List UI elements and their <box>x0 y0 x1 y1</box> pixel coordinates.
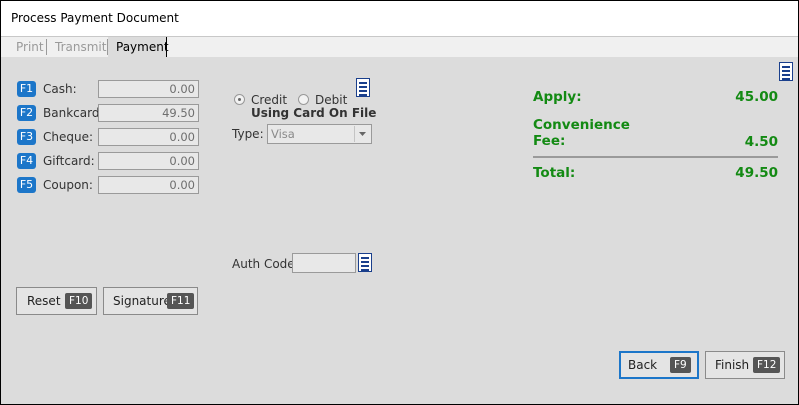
reset-key-badge: F10 <box>65 293 93 309</box>
finish-button[interactable]: Finish F12 <box>705 351 785 379</box>
reset-button[interactable]: Reset F10 <box>16 287 97 315</box>
giftcard-label: Giftcard: <box>43 154 95 168</box>
debit-radio[interactable] <box>298 94 309 105</box>
tab-print[interactable]: Print <box>16 37 44 57</box>
title-bar: Process Payment Document <box>1 1 798 37</box>
cash-label: Cash: <box>43 82 77 96</box>
auth-code-label: Auth Code: <box>232 257 299 271</box>
f3-key-badge: F3 <box>17 129 36 145</box>
total-label: Total: <box>533 165 576 181</box>
back-key-badge: F9 <box>670 357 691 373</box>
card-list-icon[interactable] <box>356 78 370 97</box>
type-select[interactable]: Visa <box>267 124 372 144</box>
tab-separator <box>46 39 47 55</box>
chevron-down-icon <box>354 126 370 142</box>
coupon-field[interactable]: 0.00 <box>98 176 199 194</box>
auth-code-field[interactable] <box>292 253 356 273</box>
tab-strip: Print Transmit Payment <box>1 37 798 57</box>
summary-divider <box>533 156 778 158</box>
apply-label: Apply: <box>533 89 582 105</box>
process-payment-window: Process Payment Document Print Transmit … <box>0 0 799 405</box>
f5-key-badge: F5 <box>17 177 36 193</box>
giftcard-field[interactable]: 0.00 <box>98 152 199 170</box>
f1-key-badge: F1 <box>17 81 36 97</box>
signature-button[interactable]: Signature F11 <box>103 287 198 315</box>
credit-radio[interactable] <box>234 94 245 105</box>
credit-label: Credit <box>251 93 288 107</box>
cash-field[interactable]: 0.00 <box>98 80 199 98</box>
finish-key-badge: F12 <box>753 357 781 373</box>
finish-button-label: Finish <box>715 358 750 372</box>
back-button[interactable]: Back F9 <box>619 351 699 379</box>
f2-key-badge: F2 <box>17 105 36 121</box>
card-on-file-label: Using Card On File <box>251 106 377 120</box>
cheque-label: Cheque: <box>43 130 94 144</box>
tab-transmit[interactable]: Transmit <box>55 37 106 57</box>
bankcard-label: Bankcard: <box>43 106 104 120</box>
reset-button-label: Reset <box>27 294 61 308</box>
bankcard-field[interactable]: 49.50 <box>98 104 199 122</box>
window-title: Process Payment Document <box>11 11 179 25</box>
signature-button-label: Signature <box>113 294 171 308</box>
fee-value: 4.50 <box>744 134 778 150</box>
cheque-field[interactable]: 0.00 <box>98 128 199 146</box>
total-value: 49.50 <box>735 165 778 181</box>
type-label: Type: <box>232 127 264 141</box>
summary-list-icon[interactable] <box>779 62 793 81</box>
coupon-label: Coupon: <box>43 178 93 192</box>
f4-key-badge: F4 <box>17 153 36 169</box>
auth-list-icon[interactable] <box>358 253 372 272</box>
apply-value: 45.00 <box>735 89 778 105</box>
back-button-label: Back <box>628 358 658 372</box>
fee-label: Fee: <box>533 133 566 149</box>
type-select-value: Visa <box>271 127 295 141</box>
convenience-fee-label: Convenience <box>533 117 630 133</box>
tab-payment[interactable]: Payment <box>108 37 169 57</box>
debit-label: Debit <box>315 93 348 107</box>
signature-key-badge: F11 <box>167 293 195 309</box>
